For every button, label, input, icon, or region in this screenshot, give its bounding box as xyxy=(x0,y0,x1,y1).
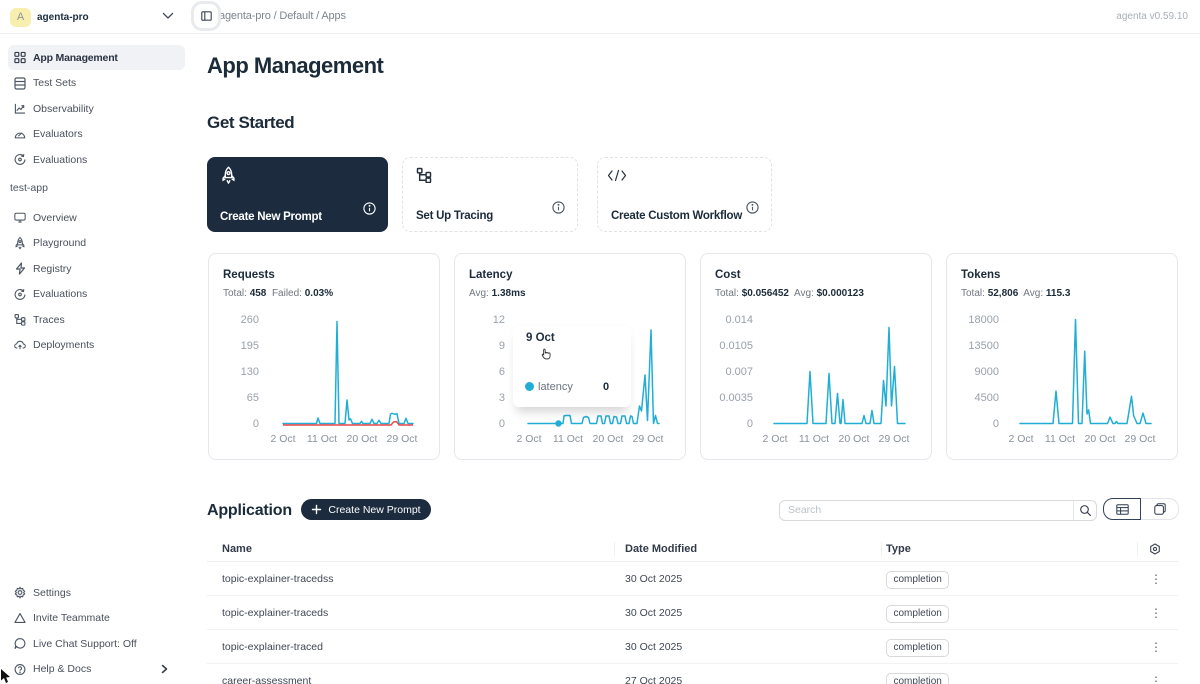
svg-text:0.007: 0.007 xyxy=(725,366,753,378)
svg-text:0: 0 xyxy=(253,418,259,430)
svg-text:11 Oct: 11 Oct xyxy=(1045,433,1075,445)
svg-text:20 Oct: 20 Oct xyxy=(1085,433,1116,445)
svg-text:6: 6 xyxy=(499,366,505,378)
svg-text:11 Oct: 11 Oct xyxy=(307,433,337,445)
svg-text:29 Oct: 29 Oct xyxy=(387,433,418,445)
svg-text:130: 130 xyxy=(241,366,259,378)
svg-text:11 Oct: 11 Oct xyxy=(799,433,829,445)
svg-text:0: 0 xyxy=(747,418,753,430)
svg-text:0.0105: 0.0105 xyxy=(719,340,753,352)
svg-text:29 Oct: 29 Oct xyxy=(879,433,910,445)
svg-text:13500: 13500 xyxy=(968,340,999,352)
svg-text:9000: 9000 xyxy=(975,366,999,378)
svg-text:18000: 18000 xyxy=(968,314,999,326)
svg-text:4500: 4500 xyxy=(975,392,999,404)
svg-text:260: 260 xyxy=(241,314,259,326)
svg-text:0: 0 xyxy=(499,418,505,430)
svg-text:3: 3 xyxy=(499,392,505,404)
svg-text:2 Oct: 2 Oct xyxy=(270,433,295,445)
svg-text:9: 9 xyxy=(499,340,505,352)
svg-text:29 Oct: 29 Oct xyxy=(1125,433,1156,445)
svg-text:11 Oct: 11 Oct xyxy=(553,433,583,445)
svg-text:20 Oct: 20 Oct xyxy=(347,433,378,445)
svg-text:20 Oct: 20 Oct xyxy=(839,433,870,445)
svg-text:2 Oct: 2 Oct xyxy=(762,433,787,445)
svg-text:195: 195 xyxy=(241,340,259,352)
svg-text:0.014: 0.014 xyxy=(725,314,753,326)
svg-text:12: 12 xyxy=(493,314,505,326)
svg-text:2 Oct: 2 Oct xyxy=(516,433,541,445)
svg-text:0.0035: 0.0035 xyxy=(719,392,753,404)
svg-text:0: 0 xyxy=(993,418,999,430)
svg-text:2 Oct: 2 Oct xyxy=(1008,433,1033,445)
svg-text:65: 65 xyxy=(247,392,259,404)
svg-text:29 Oct: 29 Oct xyxy=(633,433,664,445)
svg-text:20 Oct: 20 Oct xyxy=(593,433,624,445)
